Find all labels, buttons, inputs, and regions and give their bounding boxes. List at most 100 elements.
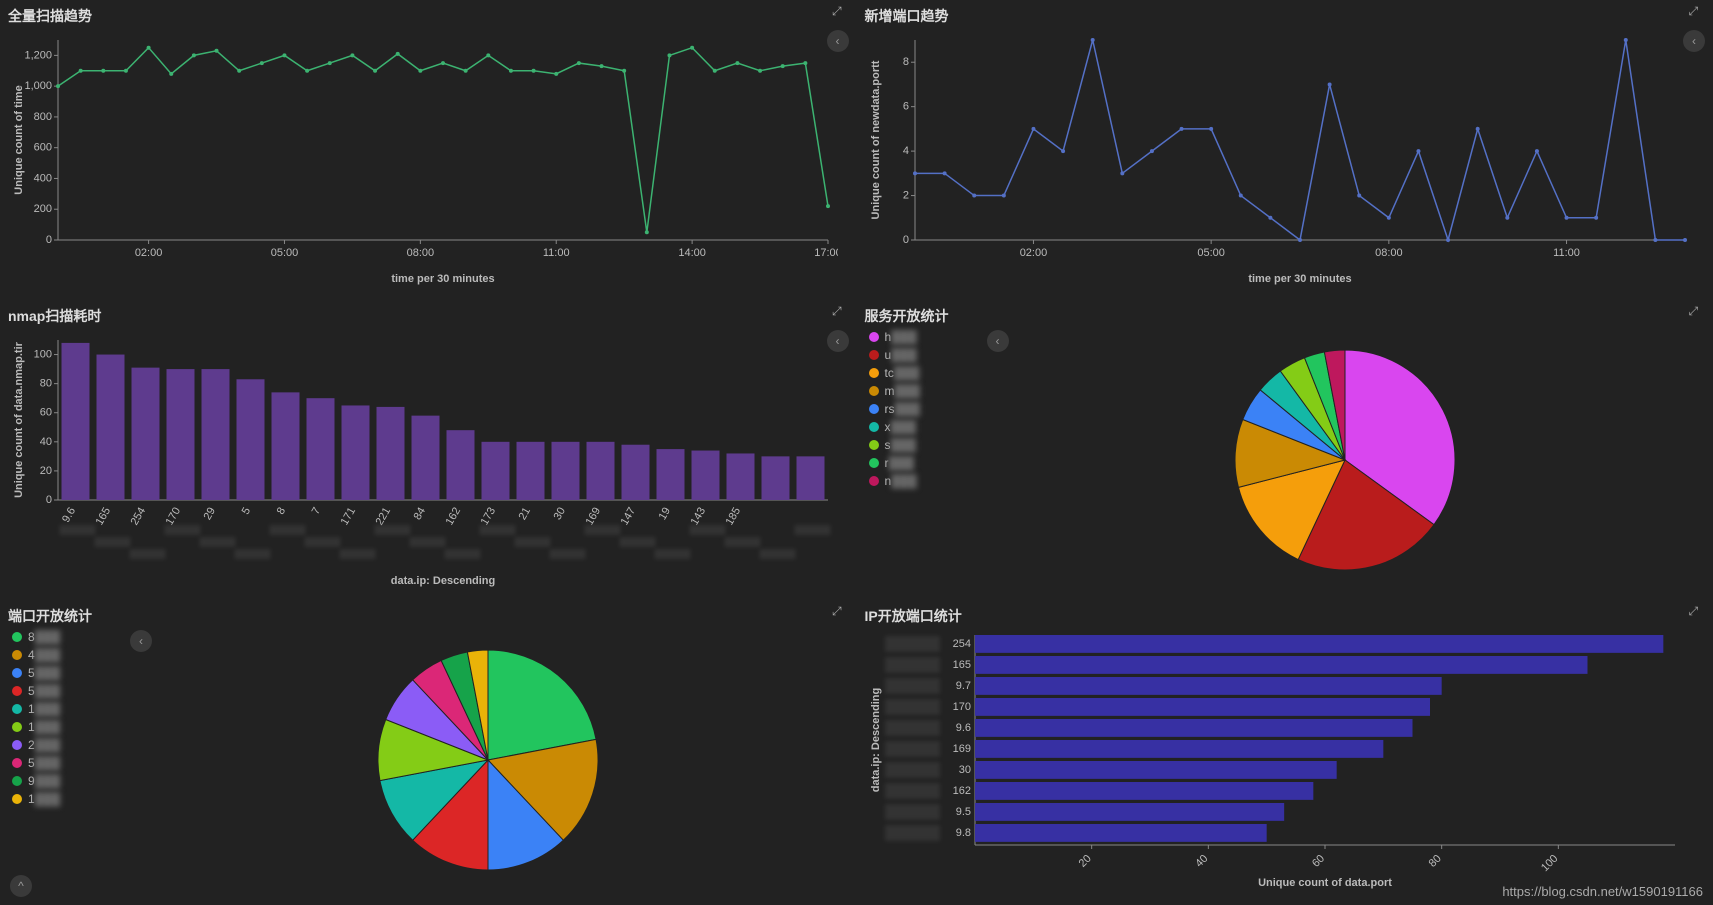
svg-text:Unique count of newdata.portt: Unique count of newdata.portt xyxy=(870,60,882,219)
svg-text:19: 19 xyxy=(657,506,674,523)
svg-text:600: 600 xyxy=(34,142,52,154)
legend-item[interactable]: 1███ xyxy=(12,790,60,808)
panel-newport-trend: 新增端口趋势 ⤢ ‹ 0246802:0005:0008:0011:0014:0… xyxy=(857,0,1713,300)
svg-text:162: 162 xyxy=(444,506,464,528)
legend-item[interactable]: r███ xyxy=(869,454,921,472)
expand-icon[interactable]: ⤢ xyxy=(832,4,842,19)
svg-text:29: 29 xyxy=(202,506,219,523)
svg-text:data.ip: Descending: data.ip: Descending xyxy=(391,575,496,587)
svg-text:100: 100 xyxy=(1538,853,1559,874)
svg-text:30: 30 xyxy=(958,764,970,776)
legend-item[interactable]: 9███ xyxy=(12,772,60,790)
svg-text:20: 20 xyxy=(40,465,52,477)
svg-text:165: 165 xyxy=(94,506,114,528)
svg-text:169: 169 xyxy=(952,743,970,755)
svg-text:20: 20 xyxy=(1076,853,1093,870)
svg-text:9.6: 9.6 xyxy=(955,722,970,734)
svg-text:100: 100 xyxy=(34,349,52,361)
svg-text:17:00: 17:00 xyxy=(814,247,838,259)
svg-text:60: 60 xyxy=(40,407,52,419)
svg-text:9.5: 9.5 xyxy=(955,806,970,818)
expand-icon[interactable]: ⤢ xyxy=(832,604,842,619)
legend-item[interactable]: u███ xyxy=(869,346,921,364)
svg-text:02:00: 02:00 xyxy=(135,247,163,259)
nav-prev-icon[interactable]: ‹ xyxy=(827,30,849,52)
svg-text:254: 254 xyxy=(129,506,149,528)
svg-text:05:00: 05:00 xyxy=(1197,247,1225,259)
svg-text:14:00: 14:00 xyxy=(678,247,706,259)
svg-text:08:00: 08:00 xyxy=(407,247,435,259)
legend-item[interactable]: h███ xyxy=(869,328,921,346)
svg-text:9.6: 9.6 xyxy=(60,506,78,525)
collapse-icon[interactable]: ^ xyxy=(10,875,32,897)
legend-item[interactable]: 4███ xyxy=(12,646,60,664)
svg-text:173: 173 xyxy=(479,506,499,528)
svg-text:9.8: 9.8 xyxy=(955,827,970,839)
expand-icon[interactable]: ⤢ xyxy=(1689,4,1699,19)
svg-text:0: 0 xyxy=(46,494,52,506)
svg-text:30: 30 xyxy=(552,506,569,523)
panel-title: IP开放端口统计 xyxy=(865,604,1706,630)
svg-text:165: 165 xyxy=(952,659,970,671)
panel-scan-trend: 全量扫描趋势 ⤢ ‹ 02004006008001,0001,20002:000… xyxy=(0,0,857,300)
svg-text:time per 30 minutes: time per 30 minutes xyxy=(1248,273,1351,285)
svg-text:0: 0 xyxy=(46,234,52,246)
legend-item[interactable]: 8███ xyxy=(12,628,60,646)
panel-title: nmap扫描耗时 xyxy=(8,304,849,330)
expand-icon[interactable]: ⤢ xyxy=(1689,604,1699,619)
svg-text:08:00: 08:00 xyxy=(1375,247,1403,259)
pie-legend: h███u███tc███m███rs███x███s███r███n███ xyxy=(869,328,921,490)
svg-text:0: 0 xyxy=(902,234,908,246)
expand-icon[interactable]: ⤢ xyxy=(1689,304,1699,319)
panel-port-stats: 端口开放统计 ⤢ ‹ 8███4███5███5███1███1███2███5… xyxy=(0,600,857,900)
svg-text:data.ip: Descending: data.ip: Descending xyxy=(870,688,882,793)
panel-nmap-time: nmap扫描耗时 ⤢ ‹ 0 20 40 60 80 100 9.6 165 254 170 29 5… xyxy=(0,300,857,600)
bar-chart: 0204060801009.61652541702958717122184162… xyxy=(8,330,838,590)
legend-item[interactable]: 2███ xyxy=(12,736,60,754)
svg-text:200: 200 xyxy=(34,203,52,215)
legend-item[interactable]: s███ xyxy=(869,436,921,454)
svg-text:40: 40 xyxy=(1193,853,1210,870)
svg-text:11:00: 11:00 xyxy=(543,247,570,259)
legend-item[interactable]: n███ xyxy=(869,472,921,490)
nav-prev-icon[interactable]: ‹ xyxy=(130,630,152,652)
svg-text:8: 8 xyxy=(902,56,908,68)
svg-text:80: 80 xyxy=(40,378,52,390)
nav-prev-icon[interactable]: ‹ xyxy=(987,330,1009,352)
legend-item[interactable]: 5███ xyxy=(12,664,60,682)
svg-text:1,200: 1,200 xyxy=(24,49,52,61)
legend-item[interactable]: 1███ xyxy=(12,718,60,736)
svg-text:Unique count of data.port: Unique count of data.port xyxy=(1258,877,1392,889)
svg-text:400: 400 xyxy=(34,172,52,184)
svg-text:170: 170 xyxy=(164,506,184,528)
nav-prev-icon[interactable]: ‹ xyxy=(1683,30,1705,52)
svg-text:8: 8 xyxy=(275,506,288,517)
line-chart: 0246802:0005:0008:0011:0014:0017:0020:00… xyxy=(865,30,1695,290)
panel-title: 端口开放统计 xyxy=(8,604,849,630)
svg-text:5: 5 xyxy=(240,506,253,517)
legend-item[interactable]: rs███ xyxy=(869,400,921,418)
panel-title: 服务开放统计 xyxy=(865,304,1706,330)
svg-text:02:00: 02:00 xyxy=(1019,247,1047,259)
legend-item[interactable]: tc███ xyxy=(869,364,921,382)
legend-item[interactable]: x███ xyxy=(869,418,921,436)
panel-service-stats: 服务开放统计 ⤢ ‹ h███u███tc███m███rs███x███s██… xyxy=(857,300,1713,600)
expand-icon[interactable]: ⤢ xyxy=(832,304,842,319)
panel-title: 全量扫描趋势 xyxy=(8,4,849,30)
svg-text:40: 40 xyxy=(40,436,52,448)
watermark: https://blog.csdn.net/w1590191166 xyxy=(1502,884,1703,899)
line-chart: 02004006008001,0001,20002:0005:0008:0011… xyxy=(8,30,838,290)
pie-chart xyxy=(8,630,838,890)
legend-item[interactable]: 1███ xyxy=(12,700,60,718)
legend-item[interactable]: 5███ xyxy=(12,754,60,772)
hbar-chart: 204060801002541659.71709.6169301629.59.8… xyxy=(865,630,1695,890)
svg-text:11:00: 11:00 xyxy=(1553,247,1580,259)
svg-text:7: 7 xyxy=(310,506,323,517)
nav-prev-icon[interactable]: ‹ xyxy=(827,330,849,352)
svg-text:80: 80 xyxy=(1426,853,1443,870)
svg-text:170: 170 xyxy=(952,701,970,713)
svg-text:185: 185 xyxy=(724,506,744,528)
panel-ip-port-stats: IP开放端口统计 ⤢ 204060801002541659.71709.6169… xyxy=(857,600,1713,900)
legend-item[interactable]: 5███ xyxy=(12,682,60,700)
legend-item[interactable]: m███ xyxy=(869,382,921,400)
